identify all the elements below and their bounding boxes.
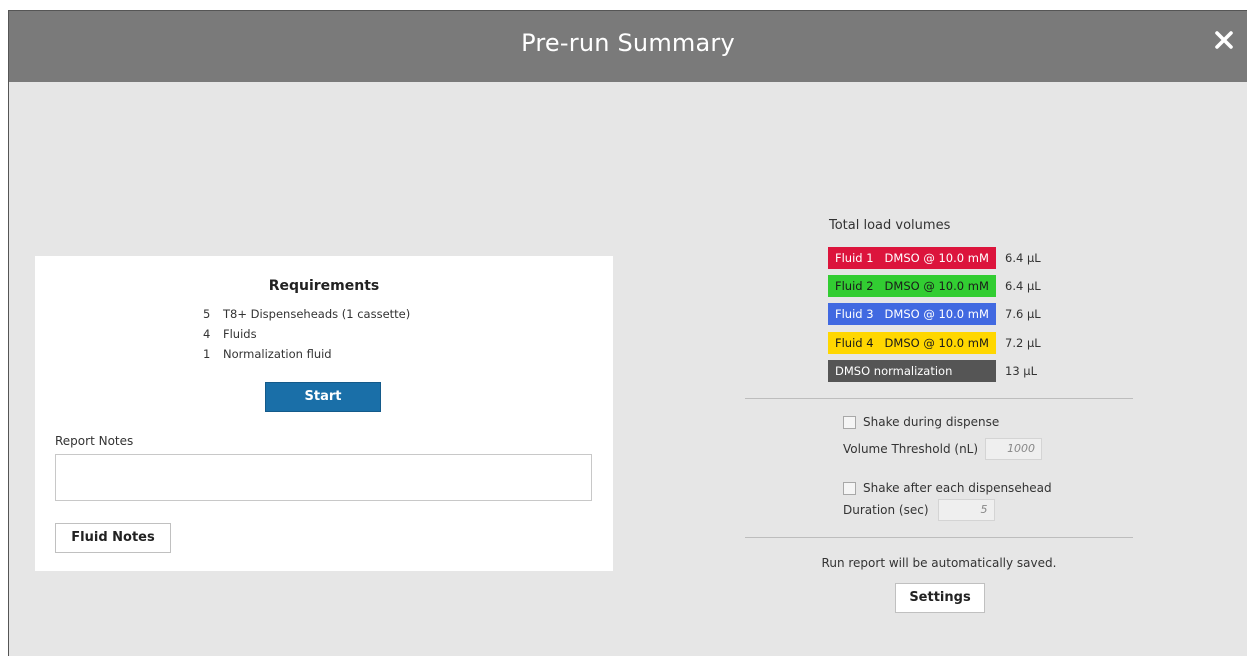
- report-notes-input[interactable]: [55, 454, 592, 501]
- item-count: 1: [203, 347, 211, 361]
- fluid-volume: 6.4 µL: [1005, 279, 1041, 293]
- pre-run-summary-dialog: Pre-run Summary Requirements 5 T8+ Dispe…: [8, 10, 1247, 656]
- dialog-title: Pre-run Summary: [521, 29, 735, 57]
- list-item: 4 Fluids: [203, 327, 410, 347]
- item-label: Normalization fluid: [223, 347, 332, 361]
- fluid-volume: 6.4 µL: [1005, 251, 1041, 265]
- fluid-description: DMSO @ 10.0 mM: [884, 336, 989, 350]
- fluid-badge: Fluid 3 DMSO @ 10.0 mM: [828, 303, 996, 325]
- fluid-description: DMSO @ 10.0 mM: [884, 251, 989, 265]
- fluid-name: Fluid 3: [835, 307, 874, 321]
- fluid-description: DMSO @ 10.0 mM: [884, 307, 989, 321]
- settings-button[interactable]: Settings: [895, 583, 985, 613]
- item-count: 5: [203, 307, 211, 321]
- title-bar: Pre-run Summary: [9, 11, 1247, 82]
- auto-save-notice: Run report will be automatically saved.: [821, 556, 1057, 570]
- fluid-name: Fluid 2: [835, 279, 874, 293]
- normalization-volume: 13 µL: [1005, 364, 1038, 378]
- divider: [745, 537, 1133, 538]
- requirements-panel: Requirements 5 T8+ Dispenseheads (1 cass…: [35, 256, 613, 571]
- fluid-badge: Fluid 2 DMSO @ 10.0 mM: [828, 275, 996, 297]
- normalization-badge: DMSO normalization: [828, 360, 996, 382]
- fluid-description: DMSO @ 10.0 mM: [884, 279, 989, 293]
- close-icon[interactable]: [1213, 29, 1239, 55]
- shake-during-label: Shake during dispense: [863, 415, 1000, 429]
- fluid-volume: 7.6 µL: [1005, 307, 1041, 321]
- divider: [745, 398, 1133, 399]
- item-count: 4: [203, 327, 211, 341]
- duration-input[interactable]: 5: [937, 499, 995, 521]
- fluid-badge: Fluid 4 DMSO @ 10.0 mM: [828, 332, 996, 354]
- fluid-name: Fluid 1: [835, 251, 874, 265]
- item-label: Fluids: [223, 327, 257, 341]
- fluid-name: Fluid 4: [835, 336, 874, 350]
- report-notes-label: Report Notes: [55, 434, 134, 448]
- volume-threshold-input[interactable]: 1000: [985, 438, 1043, 460]
- shake-during-row: Shake during dispense: [843, 415, 999, 429]
- fluid-notes-button[interactable]: Fluid Notes: [55, 523, 171, 553]
- fluid-badge: Fluid 1 DMSO @ 10.0 mM: [828, 247, 996, 269]
- shake-after-row: Shake after each dispensehead: [843, 481, 1052, 495]
- fluid-volume: 7.2 µL: [1005, 336, 1041, 350]
- requirements-title: Requirements: [268, 278, 380, 294]
- list-item: 5 T8+ Dispenseheads (1 cassette): [203, 307, 410, 327]
- list-item: 1 Normalization fluid: [203, 347, 410, 367]
- load-volumes-title: Total load volumes: [829, 218, 951, 233]
- duration-row: Duration (sec) 5: [843, 499, 995, 521]
- volume-threshold-row: Volume Threshold (nL) 1000: [843, 438, 1043, 460]
- start-button[interactable]: Start: [265, 382, 381, 412]
- requirements-list: 5 T8+ Dispenseheads (1 cassette) 4 Fluid…: [203, 307, 410, 367]
- shake-after-checkbox[interactable]: [843, 481, 856, 495]
- volume-threshold-label: Volume Threshold (nL): [843, 442, 979, 456]
- duration-label: Duration (sec): [843, 503, 929, 517]
- item-label: T8+ Dispenseheads (1 cassette): [223, 307, 411, 321]
- shake-after-label: Shake after each dispensehead: [863, 481, 1052, 495]
- normalization-label: DMSO normalization: [835, 364, 953, 378]
- shake-during-checkbox[interactable]: [843, 415, 856, 429]
